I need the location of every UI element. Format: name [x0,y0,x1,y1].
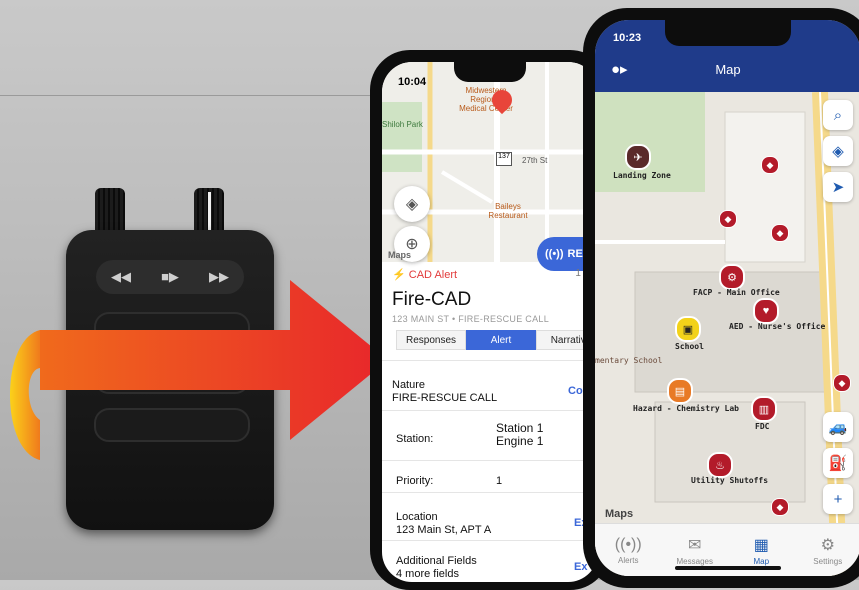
alert-title: Fire-CAD [392,289,471,311]
facp-pin[interactable]: ⚙ [719,264,745,290]
expand-additional-link[interactable]: Ex [574,561,587,573]
layers-icon: ◈ [832,142,844,160]
place-label: School [675,342,704,351]
vehicle-icon: 🚙 [829,418,848,436]
edge-label: mentary School [595,356,662,365]
bus-icon: ▣ [683,323,693,336]
priority-value: 1 [496,475,502,487]
gear-icon: ⚙ [821,535,835,555]
locate-button[interactable]: ➤ [823,172,853,202]
phone-right-screen: 10:23 ●▸ Map ⌕ ◈ ➤ 🚙 ⛽ + ✈ Landing Zone … [595,20,859,576]
maps-watermark: Maps [605,508,633,520]
hydrant-pin[interactable]: ◆ [761,156,779,174]
fdc-icon: ▥ [759,403,769,416]
cad-alert-header: ⚡ CAD Alert [392,268,457,281]
utility-pin[interactable]: ♨ [707,452,733,478]
nature-row: Nature FIRE-RESCUE CALL Col [382,360,598,411]
add-button[interactable]: + [823,484,853,514]
location-label: Location [396,511,438,523]
hydrant-pin[interactable]: ◆ [771,224,789,242]
place-label: AED - Nurse's Office [729,322,825,331]
plus-icon: + [834,491,843,508]
barrier-icon: ▤ [675,385,685,398]
highway-badge: 137 [496,152,512,166]
location-row: Location 123 Main St, APT A Ex [382,492,598,541]
home-indicator [675,566,781,570]
tab-responses[interactable]: Responses [396,330,466,350]
additional-value: 4 more fields [396,568,459,580]
hydrant-pin[interactable]: ◆ [833,374,851,392]
heart-icon: ♥ [763,305,770,317]
vehicle-button[interactable]: 🚙 [823,412,853,442]
panel-icon: ⚙ [727,271,737,284]
landing-zone-pin[interactable]: ✈ [625,144,651,170]
tab-alerts[interactable]: ((•)) Alerts [595,524,662,576]
nature-label: Nature [392,379,425,391]
hydrant-button[interactable]: ⛽ [823,448,853,478]
additional-row: Additional Fields 4 more fields Ex [382,540,598,582]
tab-settings[interactable]: ⚙ Settings [795,524,859,576]
alert-subtitle: 123 MAIN ST • FIRE-RESCUE CALL [392,314,549,324]
maps-watermark: Maps [388,250,411,260]
hydrant-pin[interactable]: ◆ [771,498,789,516]
helicopter-icon: ✈ [633,151,642,164]
arrow-shape [40,280,388,440]
place-label: Landing Zone [613,171,671,180]
phone-right: 10:23 ●▸ Map ⌕ ◈ ➤ 🚙 ⛽ + ✈ Landing Zone … [583,8,859,588]
tab-alert[interactable]: Alert [466,330,536,350]
map-icon: ▦ [754,535,769,555]
tab-label: Messages [677,557,713,566]
hydrant-pin[interactable]: ◆ [719,210,737,228]
phone-left-screen: 10:04 Midwestern Regional Medical Center… [382,62,598,582]
layers-button[interactable]: ◈ [823,136,853,166]
alert-tabs: Responses Alert Narrative [396,330,598,350]
station-value: Station 1 [496,421,543,435]
broadcast-icon: ((•)) [545,248,564,260]
phone-left-map[interactable]: 10:04 Midwestern Regional Medical Center… [382,62,598,262]
location-arrow-icon: ➤ [832,178,845,196]
map-label-street: 27th St [522,156,547,165]
additional-label: Additional Fields [396,555,477,567]
broadcast-icon: ((•)) [615,536,642,554]
phone-notch [665,20,791,46]
cad-alert-label: CAD Alert [409,269,457,281]
place-label: Utility Shutoffs [691,476,768,485]
place-label: FDC [755,422,769,431]
station-label: Station: [396,433,433,445]
tab-label: Settings [813,557,842,566]
hydrant-icon: ⛽ [829,454,848,472]
tab-label: Alerts [618,556,638,565]
nature-value: FIRE-RESCUE CALL [392,392,497,404]
layers-button[interactable]: ◈ [394,186,430,222]
phone-left: 10:04 Midwestern Regional Medical Center… [370,50,610,590]
location-value: 123 Main St, APT A [396,524,491,536]
map-label-park: Shiloh Park [382,120,423,129]
ribbon-tail [10,330,40,460]
background-divider [0,95,380,96]
search-icon: ⌕ [834,107,842,124]
map-label-restaurant: Baileys Restaurant [488,202,528,220]
engine-value: Engine 1 [496,434,543,448]
flame-icon: ♨ [715,459,725,472]
transfer-arrow [0,280,400,480]
aed-pin[interactable]: ♥ [753,298,779,324]
place-label: FACP - Main Office [693,288,780,297]
school-pin[interactable]: ▣ [675,316,701,342]
envelope-icon: ✉ [688,535,701,555]
status-time: 10:23 [613,32,641,44]
fdc-pin[interactable]: ▥ [751,396,777,422]
hazard-pin[interactable]: ▤ [667,378,693,404]
tab-label: Map [753,557,769,566]
phone-notch [454,62,526,82]
priority-label: Priority: [396,475,433,487]
station-row: Station: Station 1 Engine 1 [382,410,598,461]
bolt-icon: ⚡ [392,269,406,281]
status-time: 10:04 [398,76,426,88]
page-title: Map [595,62,859,77]
place-label: Hazard - Chemistry Lab [633,404,739,413]
layers-icon: ◈ [406,194,418,214]
search-button[interactable]: ⌕ [823,100,853,130]
